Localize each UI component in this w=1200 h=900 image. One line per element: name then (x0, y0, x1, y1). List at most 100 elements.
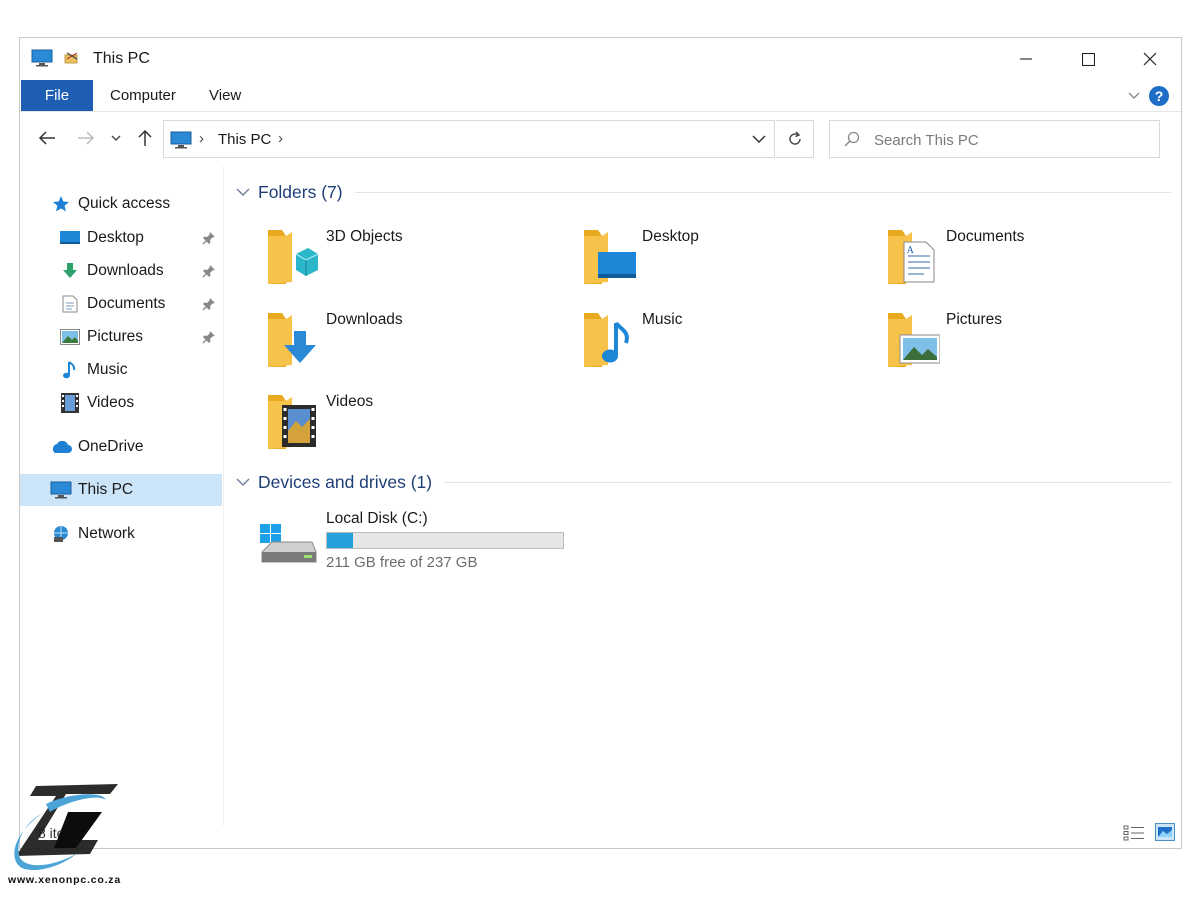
navigation-bar: › This PC › (20, 118, 1181, 162)
sidebar-item-documents[interactable]: Documents (20, 288, 222, 320)
drive-free-space: 211 GB free of 237 GB (326, 554, 478, 571)
breadcrumb-this-pc[interactable]: This PC (218, 131, 271, 148)
search-input[interactable] (874, 129, 1144, 151)
address-bar[interactable]: › This PC › (163, 120, 775, 158)
group-header-label: Folders (7) (258, 181, 343, 202)
sidebar-item-label: OneDrive (78, 438, 144, 455)
tab-file[interactable]: File (21, 80, 93, 111)
arrow-up-icon (138, 129, 152, 146)
back-button[interactable] (35, 126, 59, 150)
sidebar-item-label: Music (87, 361, 128, 378)
refresh-icon (788, 131, 801, 145)
sidebar-item-label: Network (78, 525, 135, 542)
up-button[interactable] (133, 126, 157, 150)
group-divider (354, 191, 1171, 193)
music-icon (59, 360, 81, 380)
minimize-button[interactable] (995, 38, 1057, 80)
close-icon (1143, 52, 1157, 66)
folders-group-header[interactable]: Folders (7) (236, 180, 1171, 204)
hard-drive-icon (260, 524, 317, 563)
folder-item[interactable]: Videos (266, 391, 536, 469)
pc-icon (50, 480, 72, 500)
pin-icon (202, 232, 215, 245)
breadcrumb-separator[interactable]: › (199, 130, 204, 147)
sidebar-item-desktop[interactable]: Desktop (20, 222, 222, 254)
chevron-down-icon[interactable] (1127, 88, 1141, 102)
folder-item[interactable]: Music (582, 309, 852, 387)
sidebar-item-onedrive[interactable]: OneDrive (20, 431, 222, 463)
forward-button[interactable] (74, 126, 98, 150)
sidebar-item-label: Documents (87, 295, 166, 312)
status-bar: 8 items (20, 818, 1181, 848)
chevron-down-icon (236, 188, 250, 196)
logo-mark-icon (14, 784, 118, 871)
sidebar-item-quick-access[interactable]: Quick access (20, 188, 222, 220)
chevron-down-icon[interactable] (752, 134, 766, 144)
music-folder-icon (584, 313, 629, 367)
close-button[interactable] (1119, 38, 1181, 80)
pin-icon (202, 298, 215, 311)
folder-item[interactable]: A Documents (886, 226, 1156, 304)
documents-folder-icon: A (888, 230, 935, 284)
folder-name: Desktop (642, 228, 699, 245)
star-icon (50, 194, 72, 214)
folder-name: Pictures (946, 311, 1002, 328)
recent-locations-button[interactable] (107, 126, 125, 150)
pictures-folder-icon (888, 313, 940, 367)
arrow-right-icon (78, 131, 95, 145)
sidebar-item-label: Desktop (87, 229, 144, 246)
navigation-pane: Quick access Desktop Downloads Documents… (20, 166, 224, 826)
folder-name: 3D Objects (326, 228, 403, 245)
drive-usage-fill (327, 533, 353, 548)
tab-view[interactable]: View (193, 80, 257, 111)
folder-item[interactable]: Pictures (886, 309, 1156, 387)
sidebar-item-label: This PC (78, 481, 134, 498)
large-icons-view-icon[interactable] (1155, 823, 1175, 841)
details-view-icon[interactable] (1123, 824, 1145, 842)
chevron-down-icon (236, 478, 250, 486)
documents-icon (59, 294, 81, 314)
sidebar-item-videos[interactable]: Videos (20, 387, 222, 419)
help-button[interactable]: ? (1149, 86, 1169, 106)
search-box[interactable] (829, 120, 1160, 158)
onedrive-icon (50, 437, 72, 457)
folder-name: Documents (946, 228, 1025, 245)
group-divider (444, 481, 1173, 483)
xenonpc-logo: www.xenonpc.co.za (6, 782, 130, 892)
breadcrumb-separator[interactable]: › (278, 130, 283, 147)
desktop-icon (59, 228, 81, 248)
sidebar-item-label: Videos (87, 394, 135, 411)
sidebar-item-music[interactable]: Music (20, 354, 222, 386)
sidebar-item-pictures[interactable]: Pictures (20, 321, 222, 353)
drives-group-header[interactable]: Devices and drives (1) (236, 470, 1173, 494)
tab-computer[interactable]: Computer (94, 80, 192, 111)
sidebar-item-this-pc[interactable]: This PC (20, 474, 222, 506)
network-icon (50, 524, 72, 544)
folder-name: Downloads (326, 311, 403, 328)
downloads-folder-icon (268, 313, 316, 367)
search-icon (844, 131, 860, 147)
svg-text:A: A (906, 246, 914, 256)
folder-item[interactable]: 3D Objects (266, 226, 536, 304)
maximize-icon (1081, 52, 1095, 66)
refresh-button[interactable] (776, 120, 814, 158)
drive-item[interactable]: Local Disk (C:) 211 GB free of 237 GB (258, 508, 588, 578)
folder-name: Music (642, 311, 683, 328)
maximize-button[interactable] (1057, 38, 1119, 80)
pin-icon (202, 265, 215, 278)
folder-item[interactable]: Downloads (266, 309, 536, 387)
sidebar-item-network[interactable]: Network (20, 518, 222, 550)
watermark-site: www.xenonpc.co.za (8, 874, 121, 886)
quick-access-toolbar-icon[interactable] (63, 50, 81, 66)
pictures-icon (59, 327, 81, 347)
pin-icon (202, 331, 215, 344)
folder-item[interactable]: Desktop (582, 226, 852, 304)
3d-objects-folder-icon (268, 230, 319, 284)
sidebar-item-downloads[interactable]: Downloads (20, 255, 222, 287)
videos-icon (59, 393, 81, 413)
sidebar-item-label: Quick access (78, 195, 171, 212)
pc-icon (170, 131, 192, 149)
chevron-down-icon (111, 135, 121, 141)
minimize-icon (1020, 58, 1032, 60)
ribbon: File Computer View ? (20, 80, 1181, 112)
